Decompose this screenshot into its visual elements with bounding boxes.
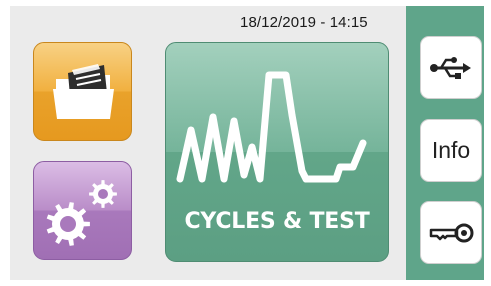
waveform-icon <box>176 71 367 183</box>
info-label: Info <box>431 137 471 163</box>
folder-documents-icon <box>53 64 114 119</box>
usb-icon <box>430 56 471 79</box>
files-button[interactable] <box>33 42 132 141</box>
cycles-test-button[interactable]: CYCLES & TEST <box>165 42 389 262</box>
key-button[interactable] <box>420 201 482 264</box>
settings-button[interactable] <box>33 161 132 260</box>
key-icon <box>429 223 474 242</box>
datetime-display: 18/12/2019 - 14:15 <box>240 14 368 31</box>
cycles-test-label: CYCLES & TEST <box>184 209 370 234</box>
info-button[interactable]: Info <box>420 119 482 182</box>
gears-icon <box>46 180 117 246</box>
usb-button[interactable] <box>420 36 482 99</box>
device-screen: 18/12/2019 - 14:15 CYCLES & TEST Info <box>10 6 484 280</box>
